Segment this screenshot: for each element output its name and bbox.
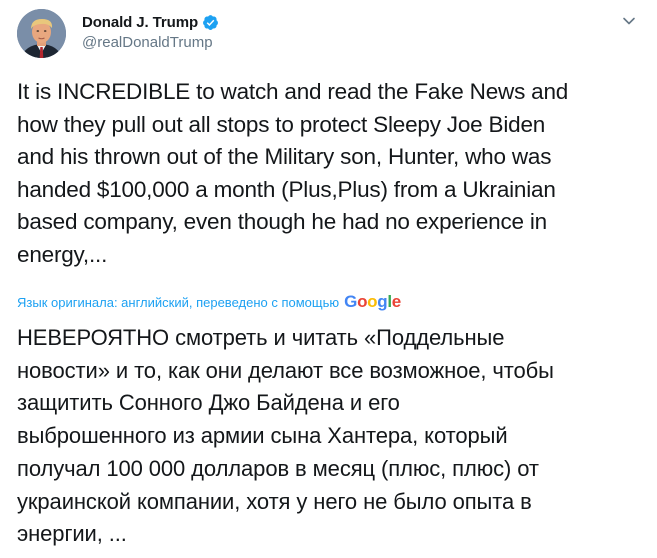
avatar[interactable]: [17, 9, 66, 58]
tweet-text: It is INCREDIBLE to watch and read the F…: [17, 79, 569, 267]
translated-text: НЕВЕРОЯТНО смотреть и читать «Поддельные…: [17, 325, 554, 547]
name-row: Donald J. Trump: [82, 11, 219, 33]
chevron-down-icon[interactable]: [622, 14, 636, 26]
handle[interactable]: @realDonaldTrump: [82, 34, 219, 51]
tweet: Donald J. Trump @realDonaldTrump It is I…: [0, 0, 657, 558]
author-info: Donald J. Trump @realDonaldTrump: [82, 11, 219, 51]
translation-note[interactable]: Язык оригинала: английский, переведено с…: [17, 295, 339, 310]
translation-attribution: Язык оригинала: английский, переведено с…: [17, 293, 401, 311]
display-name[interactable]: Donald J. Trump: [82, 14, 198, 31]
google-logo: Google: [344, 292, 401, 311]
verified-badge-icon: [202, 14, 219, 31]
avatar-image: [17, 9, 66, 58]
